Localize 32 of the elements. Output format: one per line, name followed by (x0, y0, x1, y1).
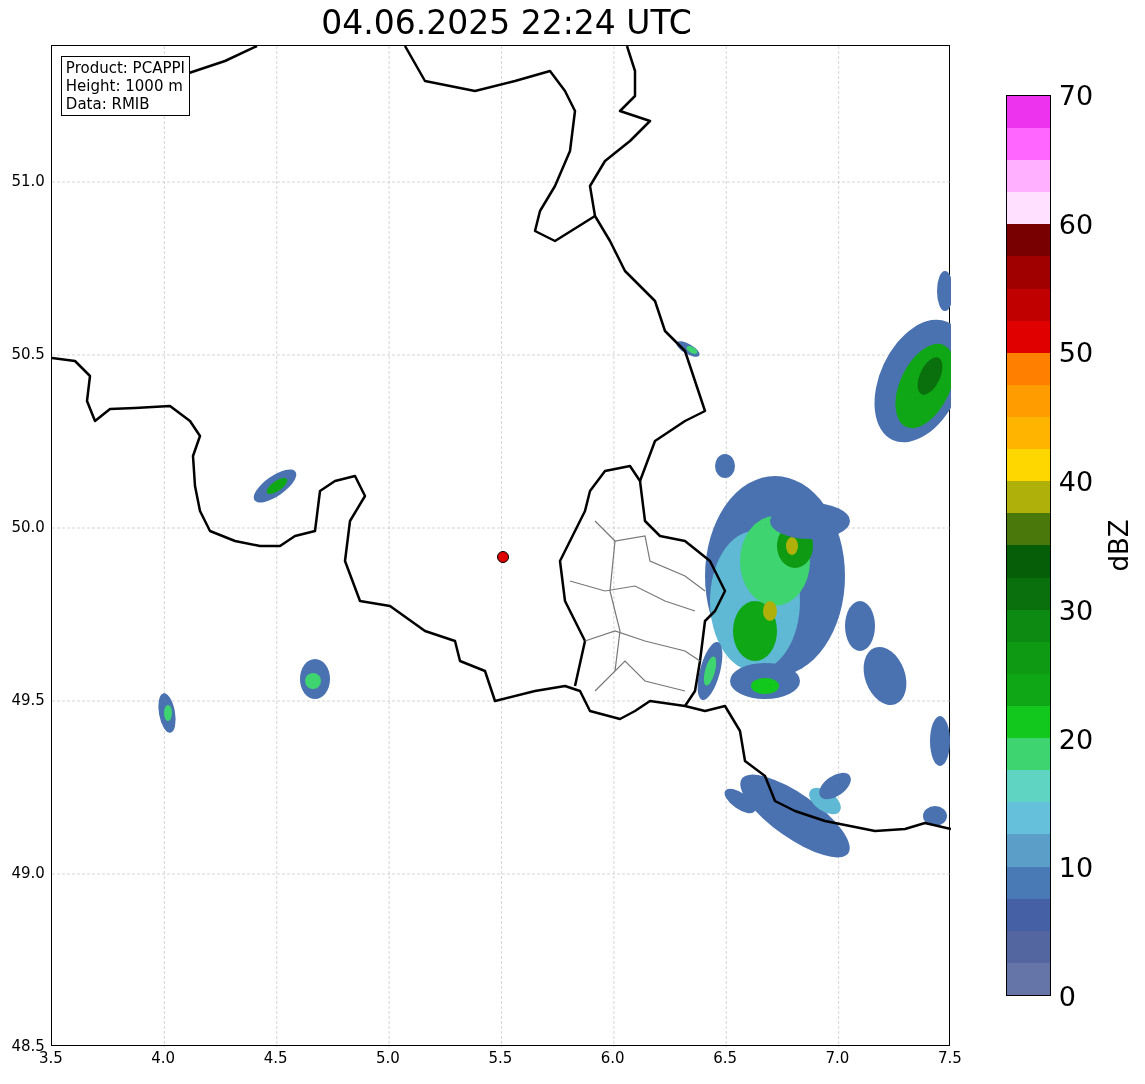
colorbar-label: dBZ (1102, 519, 1135, 572)
axis-tick-label: 4.0 (151, 1051, 176, 1066)
axis-tick-label: 50.0 (11, 519, 45, 535)
precipitation-echo (299, 659, 330, 699)
axis-tick-label: 5.0 (376, 1051, 400, 1066)
colorbar-tick-label: 60 (1058, 210, 1094, 238)
colorbar-tick-label: 40 (1058, 467, 1094, 495)
radar-site-marker (496, 551, 509, 563)
precipitation-echo (253, 469, 297, 503)
axis-tick-label: 49.0 (11, 865, 45, 881)
axis-tick-label: 51.0 (11, 173, 45, 189)
info-text: Height: 1000 m (65, 77, 184, 95)
colorbar-tick-label: 10 (1058, 853, 1094, 881)
axis-tick-label: 48.5 (11, 1038, 45, 1054)
info-text: Data: RMIB (65, 95, 151, 113)
colorbar-tick-label: 30 (1058, 596, 1094, 624)
axis-tick-label: 4.5 (263, 1051, 288, 1066)
axis-tick-label: 7.0 (825, 1051, 850, 1066)
axis-tick-label: 3.5 (38, 1051, 63, 1066)
axis-tick-label: 50.5 (11, 346, 45, 362)
colorbar-tick-label: 20 (1058, 725, 1094, 753)
axis-tick-label: 49.5 (11, 692, 45, 708)
axis-tick-label: 5.5 (488, 1051, 513, 1066)
precipitation-echo (158, 693, 176, 733)
chart-title: 04.06.2025 22:24 UTC (321, 6, 692, 39)
colorbar-tick-label: 50 (1058, 338, 1094, 366)
axis-tick-label: 7.5 (937, 1051, 962, 1066)
colorbar-tick-label: 70 (1058, 81, 1094, 109)
info-text: Product: PCAPPI (65, 59, 185, 77)
axis-tick-label: 6.5 (713, 1051, 737, 1066)
axis-tick-label: 6.0 (600, 1051, 625, 1066)
colorbar-tick-label: 0 (1058, 982, 1077, 1010)
